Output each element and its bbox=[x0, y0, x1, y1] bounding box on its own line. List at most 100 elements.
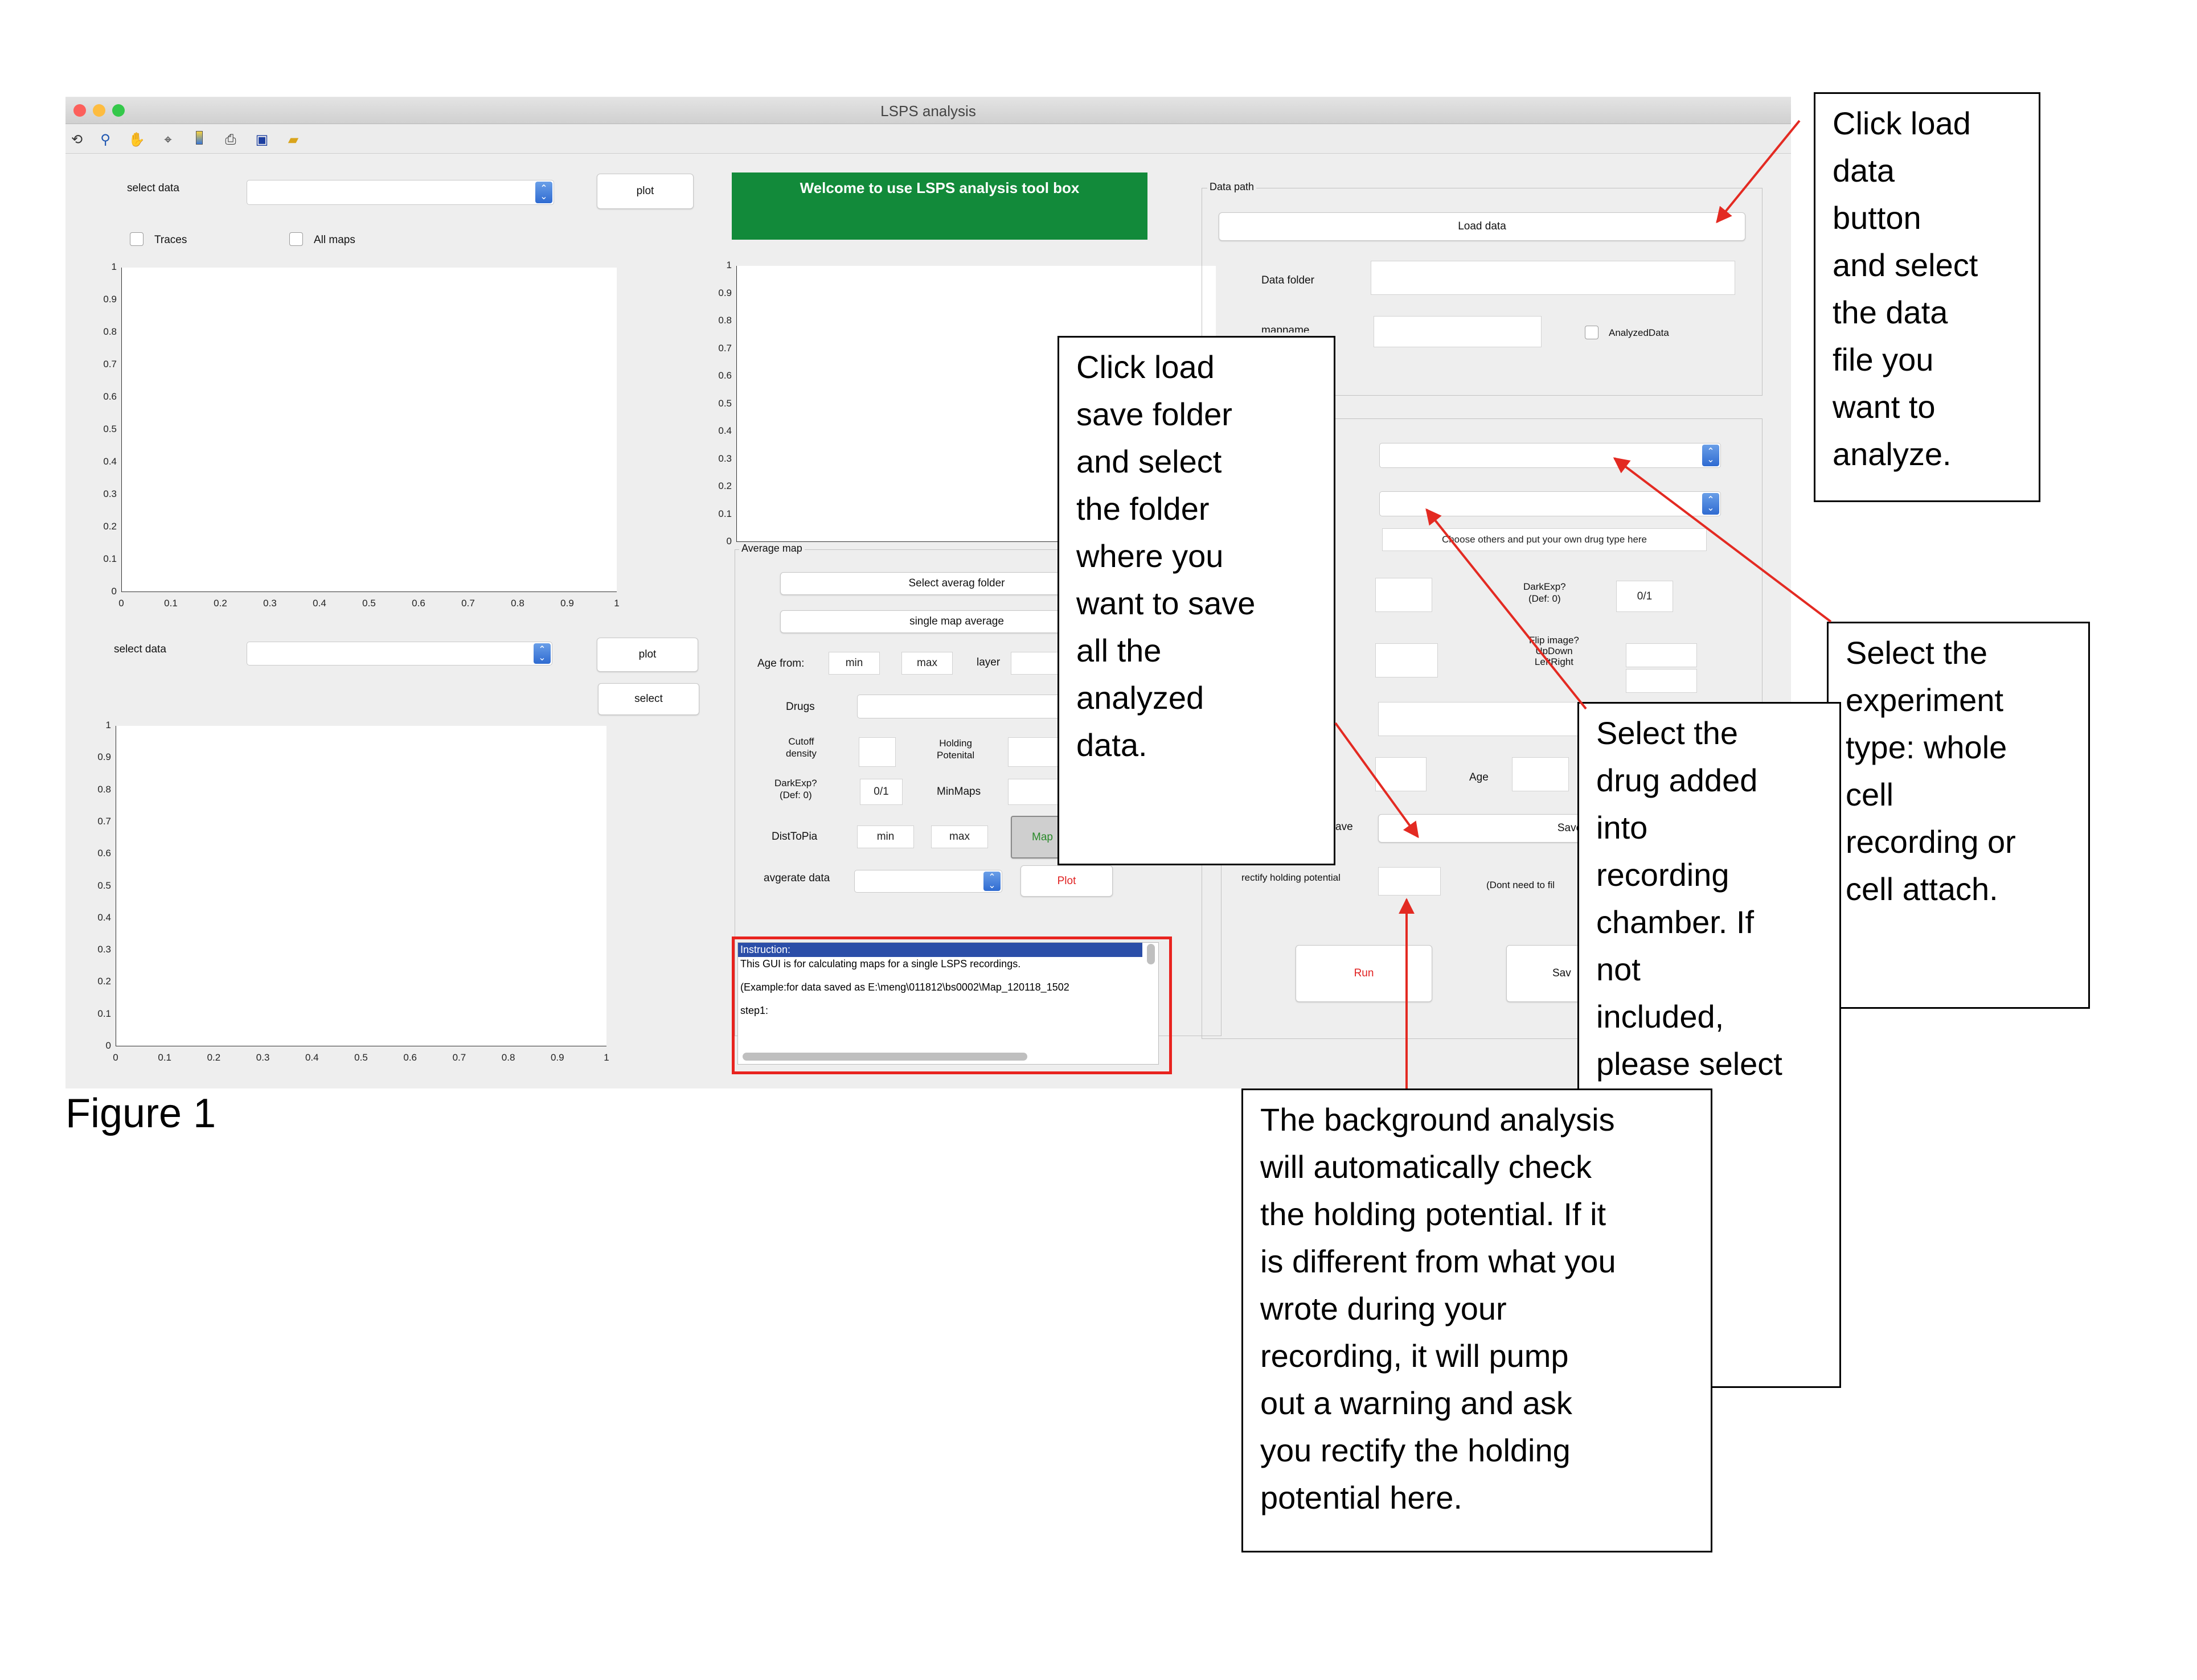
minmaps-label: MinMaps bbox=[937, 786, 981, 798]
drug-type-field[interactable]: Choose others and put your own drug type… bbox=[1382, 528, 1707, 551]
cutoff-density-label: Cutoff density bbox=[786, 736, 817, 759]
dist-max-field[interactable]: max bbox=[931, 825, 988, 848]
x-tick-label: 0.1 bbox=[158, 1052, 171, 1063]
mapname-field[interactable] bbox=[1374, 316, 1542, 347]
instruction-horizontal-scrollbar[interactable] bbox=[743, 1053, 1027, 1061]
drugs-label: Drugs bbox=[786, 701, 815, 713]
age-min-field[interactable]: min bbox=[829, 652, 880, 675]
chevron-updown-icon: ⌃ ⌄ bbox=[1702, 445, 1719, 466]
lsps-analysis-window: LSPS analysis ⟲ ⚲ ✋ ⌖ ⎙ ▣ ▰ select data … bbox=[65, 97, 1791, 1088]
settings-field-a[interactable] bbox=[1375, 578, 1432, 612]
y-tick-label: 0 bbox=[105, 1040, 111, 1051]
traces-axes[interactable] bbox=[121, 268, 617, 592]
select-data-dropdown-2[interactable]: ⌃ ⌄ bbox=[247, 642, 552, 666]
flip-leftright-field[interactable] bbox=[1626, 669, 1697, 693]
x-tick-label: 0.8 bbox=[511, 598, 524, 609]
settings-field-d[interactable] bbox=[1375, 757, 1427, 791]
instruction-vertical-scrollbar[interactable] bbox=[1147, 944, 1155, 964]
y-tick-label: 0.2 bbox=[103, 521, 117, 532]
average-plot-button[interactable]: Plot bbox=[1020, 865, 1113, 897]
load-data-callout: Click load data button and select the da… bbox=[1814, 92, 2040, 502]
instruction-line-3: step1: bbox=[740, 1005, 769, 1016]
age-max-field[interactable]: max bbox=[901, 652, 953, 675]
average-plot-label: Plot bbox=[1057, 874, 1076, 887]
dont-need-label: (Dont need to fil bbox=[1486, 880, 1555, 890]
rectify-holding-field[interactable] bbox=[1378, 867, 1441, 896]
x-tick-label: 0.9 bbox=[550, 1052, 564, 1063]
print-icon[interactable]: ⎙ bbox=[222, 131, 239, 148]
dist-min-field[interactable]: min bbox=[857, 825, 914, 848]
traces-checkbox[interactable] bbox=[130, 232, 144, 246]
experiment-type-dropdown[interactable]: ⌃ ⌄ bbox=[1379, 443, 1721, 468]
settings-darkexp-label: DarkExp? (Def: 0) bbox=[1523, 581, 1566, 604]
instruction-selected-line[interactable]: Instruction: bbox=[738, 943, 1142, 957]
chevron-updown-icon: ⌃ ⌄ bbox=[534, 643, 551, 664]
average-data-dropdown[interactable]: ⌃ ⌄ bbox=[854, 870, 1002, 893]
settings-darkexp-field[interactable]: 0/1 bbox=[1616, 581, 1673, 612]
age-field[interactable] bbox=[1512, 757, 1569, 791]
x-tick-label: 0.1 bbox=[164, 598, 178, 609]
y-tick-label: 0.9 bbox=[718, 287, 732, 298]
y-tick-label: 0.5 bbox=[103, 424, 117, 434]
settings-field-b[interactable] bbox=[1375, 643, 1438, 677]
axes-2-frame bbox=[116, 726, 606, 1046]
plot-button-2[interactable]: plot bbox=[597, 638, 698, 672]
darkexp-label: DarkExp? (Def: 0) bbox=[774, 778, 817, 800]
y-tick-label: 0.1 bbox=[97, 1008, 111, 1019]
y-tick-label: 0 bbox=[726, 536, 732, 547]
instruction-listbox[interactable]: Instruction: This GUI is for calculating… bbox=[737, 942, 1159, 1065]
instruction-line-1: This GUI is for calculating maps for a s… bbox=[740, 958, 1021, 970]
save-folder-callout: Click load save folder and select the fo… bbox=[1057, 336, 1335, 865]
age-from-label: Age from: bbox=[757, 658, 805, 669]
cutoff-density-field[interactable] bbox=[859, 737, 896, 767]
y-tick-label: 0.9 bbox=[97, 751, 111, 763]
x-tick-label: 0.4 bbox=[305, 1052, 319, 1063]
y-tick-label: 0.5 bbox=[97, 880, 111, 891]
save-path-label: ave bbox=[1335, 821, 1353, 833]
flip-updown-field[interactable] bbox=[1626, 643, 1697, 667]
x-tick-label: 0 bbox=[113, 1052, 118, 1063]
pan-hand-icon[interactable]: ✋ bbox=[128, 131, 145, 148]
y-tick-label: 0.6 bbox=[718, 370, 732, 381]
map-button-label: Map bbox=[1032, 831, 1053, 843]
rotate-icon[interactable]: ⟲ bbox=[68, 131, 85, 148]
run-button[interactable]: Run bbox=[1296, 945, 1432, 1002]
data-path-title: Data path bbox=[1207, 181, 1257, 193]
select-data-dropdown[interactable]: ⌃ ⌄ bbox=[247, 180, 554, 205]
figure-toolbar: ⟲ ⚲ ✋ ⌖ ⎙ ▣ ▰ bbox=[65, 124, 1791, 154]
y-tick-label: 1 bbox=[111, 261, 117, 272]
y-tick-label: 0.9 bbox=[103, 294, 117, 305]
drug-dropdown[interactable]: ⌃ ⌄ bbox=[1379, 491, 1721, 516]
analyzed-data-checkbox[interactable] bbox=[1585, 326, 1598, 339]
y-tick-label: 0.7 bbox=[103, 359, 117, 369]
x-tick-label: 0.7 bbox=[452, 1052, 466, 1063]
maps-axes[interactable] bbox=[116, 726, 606, 1046]
title-bar: LSPS analysis bbox=[65, 97, 1791, 124]
load-data-button[interactable]: Load data bbox=[1219, 212, 1745, 241]
y-tick-label: 0.4 bbox=[97, 911, 111, 923]
chevron-updown-icon: ⌃ ⌄ bbox=[1702, 493, 1719, 515]
y-tick-label: 0 bbox=[111, 586, 117, 597]
all-maps-checkbox[interactable] bbox=[289, 232, 303, 246]
dist-to-pia-label: DistToPia bbox=[772, 831, 818, 843]
select-button[interactable]: select bbox=[598, 683, 699, 715]
data-folder-field[interactable] bbox=[1371, 261, 1735, 295]
y-tick-label: 0.1 bbox=[103, 553, 117, 564]
darkexp-field[interactable]: 0/1 bbox=[860, 779, 903, 805]
save-icon[interactable]: ▣ bbox=[253, 131, 270, 148]
x-tick-label: 0.5 bbox=[354, 1052, 368, 1063]
chevron-updown-icon: ⌃ ⌄ bbox=[983, 872, 1001, 891]
open-folder-icon[interactable]: ▰ bbox=[285, 131, 302, 148]
data-cursor-icon[interactable]: ⌖ bbox=[159, 131, 177, 148]
run-label: Run bbox=[1354, 967, 1374, 979]
analyzed-data-label: AnalyzedData bbox=[1609, 327, 1669, 338]
zoom-icon[interactable]: ⚲ bbox=[97, 131, 114, 148]
x-tick-label: 0.3 bbox=[256, 1052, 270, 1063]
colorbar-icon[interactable] bbox=[191, 131, 208, 148]
x-tick-label: 0.9 bbox=[560, 598, 574, 609]
data-folder-label: Data folder bbox=[1261, 274, 1314, 286]
x-tick-label: 0.7 bbox=[461, 598, 475, 609]
welcome-banner-text: Welcome to use LSPS analysis tool box bbox=[800, 179, 1080, 196]
select-data-label: select data bbox=[127, 182, 179, 194]
plot-button[interactable]: plot bbox=[597, 174, 694, 209]
